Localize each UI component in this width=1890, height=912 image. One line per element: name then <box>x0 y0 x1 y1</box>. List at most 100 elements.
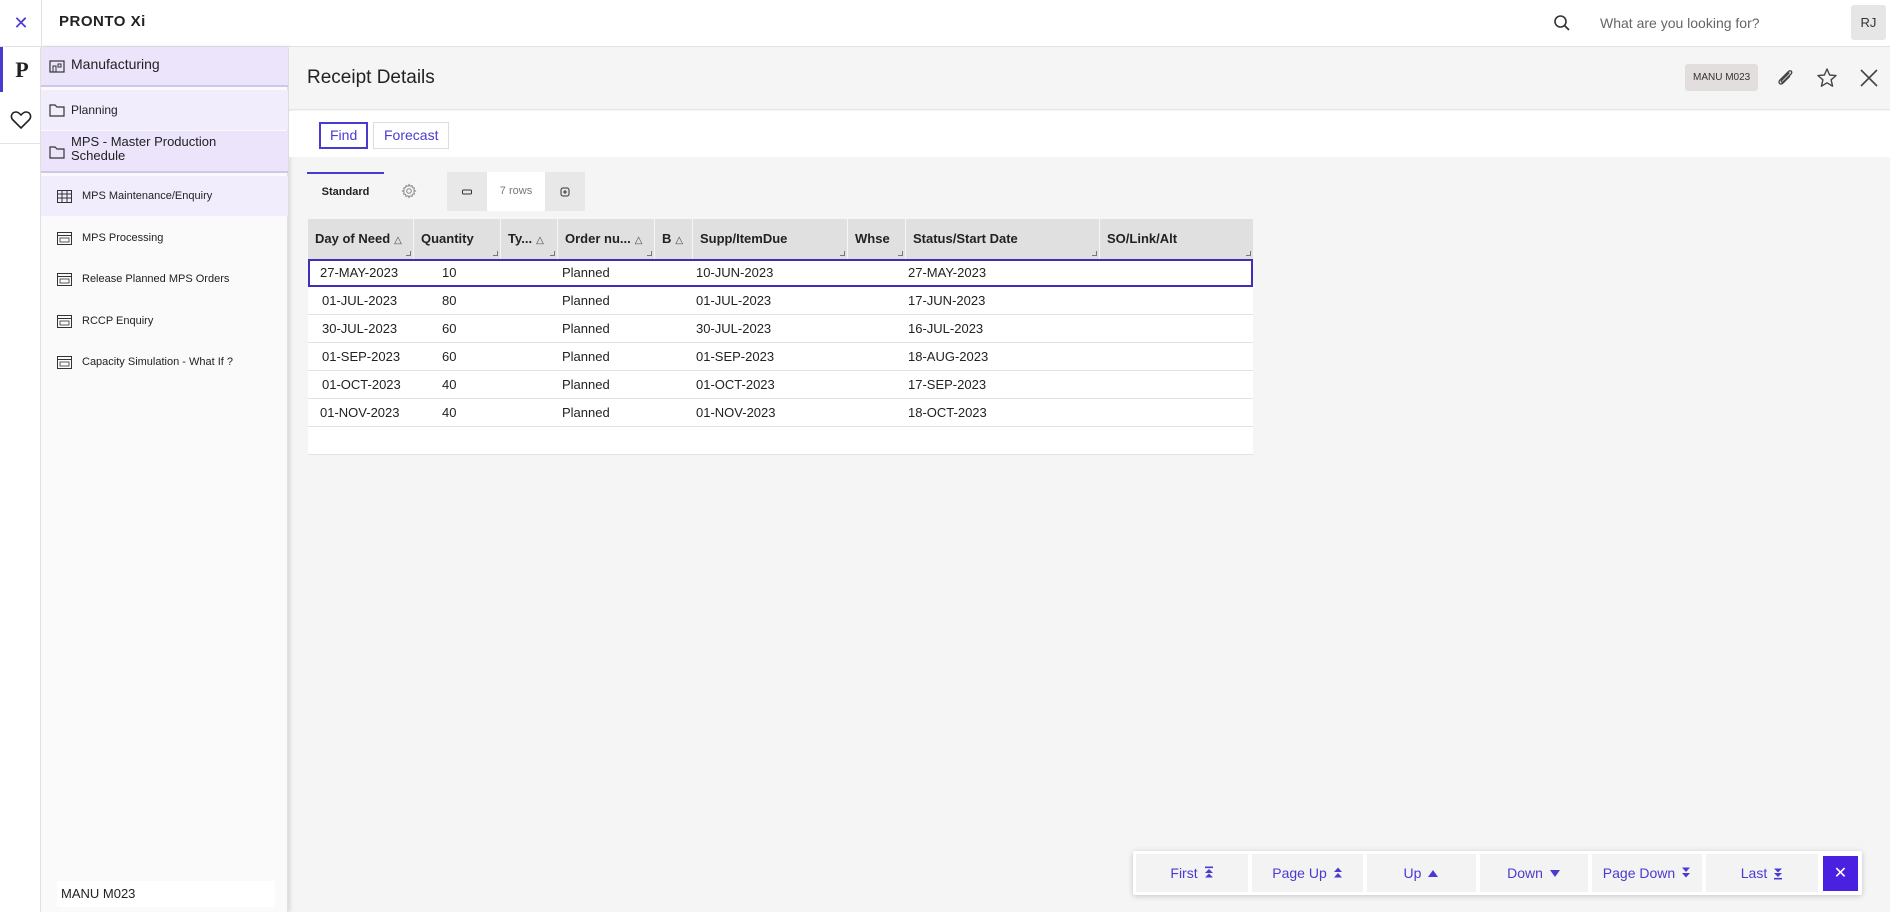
building-folder-icon <box>49 60 65 73</box>
sidebar-footer-code: MANU M023 <box>57 881 275 907</box>
heart-icon <box>10 110 31 129</box>
column-header-b[interactable]: B △ <box>655 219 693 259</box>
cell-supp-itemdue: 01-SEP-2023 <box>696 349 775 364</box>
table-row[interactable]: 01-OCT-2023 40 Planned 01-OCT-2023 17-SE… <box>308 371 1253 399</box>
cell-supp-itemdue: 10-JUN-2023 <box>696 265 774 280</box>
sidebar-item-release-planned[interactable]: Release Planned MPS Orders <box>41 259 288 299</box>
sidebar-item-mps-maintenance[interactable]: MPS Maintenance/Enquiry <box>41 176 288 216</box>
cell-supp-itemdue: 01-NOV-2023 <box>696 405 776 420</box>
cell-quantity: 60 <box>442 349 457 364</box>
close-menu-icon[interactable]: ✕ <box>11 13 31 33</box>
triangle-down-icon <box>1549 869 1560 877</box>
column-header-label: Status/Start Date <box>913 231 1018 246</box>
first-button[interactable]: First <box>1136 854 1248 892</box>
screen-icon <box>57 232 72 245</box>
table-row-empty[interactable] <box>308 427 1253 455</box>
page-header: Receipt Details MANU M023 <box>289 47 1890 110</box>
paperclip-icon[interactable] <box>1774 67 1796 89</box>
cell-status-start-date: 18-AUG-2023 <box>908 349 989 364</box>
table-row[interactable]: 01-NOV-2023 40 Planned 01-NOV-2023 18-OC… <box>308 399 1253 427</box>
cell-day-of-need: 01-JUL-2023 <box>322 293 398 308</box>
cell-supp-itemdue: 01-JUL-2023 <box>696 293 772 308</box>
column-header-day-of-need[interactable]: Day of Need △ <box>308 219 414 259</box>
breadcrumb-label: Planning <box>71 103 118 117</box>
column-header-status-start-date[interactable]: Status/Start Date <box>906 219 1100 259</box>
breadcrumb-manufacturing[interactable]: Manufacturing <box>41 47 288 87</box>
last-button[interactable]: Last <box>1706 854 1818 892</box>
up-button[interactable]: Up <box>1367 854 1476 892</box>
column-header-so-link-alt[interactable]: SO/Link/Alt <box>1100 219 1253 259</box>
table-row[interactable]: 30-JUL-2023 60 Planned 30-JUL-2023 16-JU… <box>308 315 1253 343</box>
table-row[interactable]: 01-SEP-2023 60 Planned 01-SEP-2023 18-AU… <box>308 343 1253 371</box>
screen-code-badge[interactable]: MANU M023 <box>1685 64 1759 91</box>
sort-icon: △ <box>394 235 402 246</box>
up-label: Up <box>1403 865 1422 881</box>
search-icon[interactable] <box>1552 13 1572 33</box>
divider <box>41 0 42 47</box>
sort-icon: △ <box>675 235 684 246</box>
app-logo: PRONTO Xi <box>59 13 146 30</box>
collapse-rows-button[interactable] <box>447 172 487 211</box>
sidebar-item-capacity-simulation[interactable]: Capacity Simulation - What If ? <box>41 342 288 382</box>
cell-order-number: Planned <box>562 321 610 336</box>
page-up-button[interactable]: Page Up <box>1252 854 1363 892</box>
user-avatar[interactable]: RJ <box>1851 5 1886 40</box>
page-down-label: Page Down <box>1602 865 1676 881</box>
close-icon[interactable] <box>1858 67 1880 89</box>
down-button[interactable]: Down <box>1480 854 1588 892</box>
breadcrumb-mps[interactable]: MPS - Master Production Schedule <box>41 131 288 173</box>
page-down-button[interactable]: Page Down <box>1592 854 1702 892</box>
down-label: Down <box>1507 865 1543 881</box>
row-count-label: 7 rows <box>487 172 545 211</box>
first-label: First <box>1170 865 1198 881</box>
cell-order-number: Planned <box>562 349 610 364</box>
column-header-whse[interactable]: Whse <box>848 219 906 259</box>
plus-icon <box>560 187 570 196</box>
cell-status-start-date: 16-JUL-2023 <box>908 321 984 336</box>
table-row[interactable]: 27-MAY-2023 10 Planned 10-JUN-2023 27-MA… <box>308 259 1253 287</box>
column-header-supp-itemdue[interactable]: Supp/ItemDue <box>693 219 848 259</box>
cell-status-start-date: 18-OCT-2023 <box>908 405 987 420</box>
column-header-label: Quantity <box>421 231 474 246</box>
rail-pronto-menu[interactable]: P <box>0 47 41 92</box>
cell-day-of-need: 01-NOV-2023 <box>320 405 400 420</box>
tab-standard[interactable]: Standard <box>307 172 384 211</box>
cell-order-number: Planned <box>562 405 610 420</box>
column-header-order-number[interactable]: Order nu... △ <box>558 219 655 259</box>
cell-order-number: Planned <box>562 293 610 308</box>
column-header-type[interactable]: Ty... △ <box>501 219 558 259</box>
column-header-label: B <box>662 231 672 246</box>
column-header-label: Day of Need <box>315 231 391 246</box>
sidebar-item-mps-processing[interactable]: MPS Processing <box>41 218 288 258</box>
forecast-button[interactable]: Forecast <box>373 122 450 149</box>
table-row[interactable]: 01-JUL-2023 80 Planned 01-JUL-2023 17-JU… <box>308 287 1253 315</box>
page-up-label: Page Up <box>1272 865 1327 881</box>
cell-status-start-date: 17-JUN-2023 <box>908 293 986 308</box>
find-button[interactable]: Find <box>319 122 369 149</box>
column-header-quantity[interactable]: Quantity <box>414 219 501 259</box>
gear-icon[interactable] <box>401 183 417 199</box>
breadcrumb-planning[interactable]: Planning <box>41 90 288 130</box>
sidebar-item-label: MPS Processing <box>82 232 164 244</box>
sort-icon: △ <box>634 235 643 246</box>
rail-favourites[interactable] <box>0 97 41 142</box>
sidebar-item-label: RCCP Enquiry <box>82 315 154 327</box>
cell-supp-itemdue: 30-JUL-2023 <box>696 321 772 336</box>
search-input[interactable] <box>1586 9 1836 37</box>
cell-day-of-need: 27-MAY-2023 <box>320 265 399 280</box>
folder-icon <box>49 146 65 159</box>
grid-body: 27-MAY-2023 10 Planned 10-JUN-2023 27-MA… <box>308 259 1253 455</box>
expand-rows-button[interactable] <box>545 172 585 211</box>
double-chevron-down-icon <box>1682 867 1691 878</box>
cell-status-start-date: 17-SEP-2023 <box>908 377 987 392</box>
column-header-label: Whse <box>855 231 890 246</box>
cell-day-of-need: 01-SEP-2023 <box>322 349 401 364</box>
cell-quantity: 60 <box>442 321 457 336</box>
star-icon[interactable] <box>1816 67 1838 89</box>
column-header-label: Ty... <box>508 231 533 246</box>
top-bar: ✕ PRONTO Xi RJ <box>0 0 1890 47</box>
sidebar-item-rccp-enquiry[interactable]: RCCP Enquiry <box>41 301 288 341</box>
first-icon <box>1204 866 1213 878</box>
close-pager-button[interactable]: ✕ <box>1823 856 1858 891</box>
last-label: Last <box>1740 865 1768 881</box>
